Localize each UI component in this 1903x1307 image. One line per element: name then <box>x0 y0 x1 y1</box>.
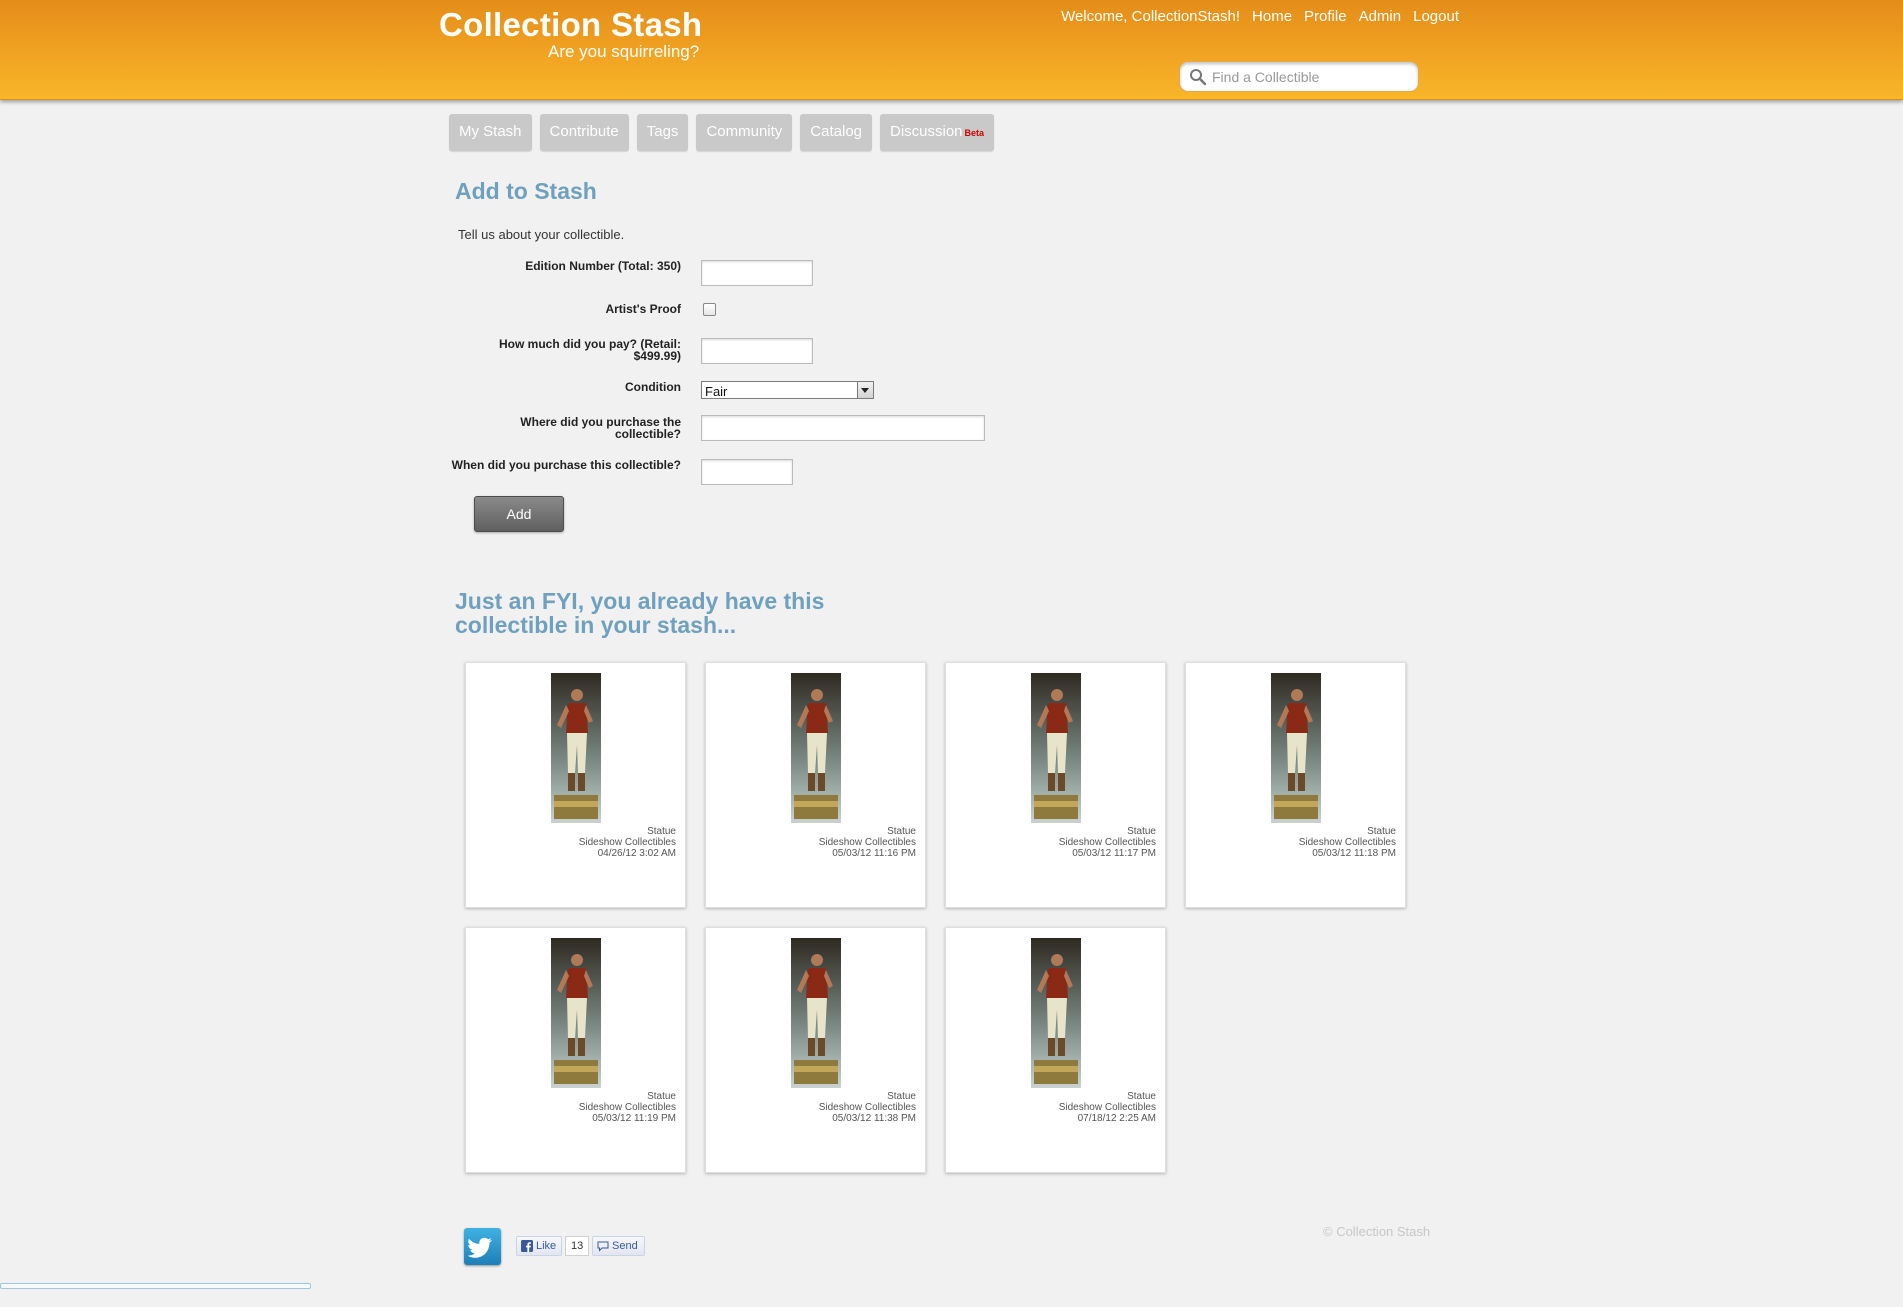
stash-item-meta: Statue Sideshow Collectibles 05/03/12 11… <box>579 1091 676 1124</box>
tab-label: Contribute <box>549 123 619 140</box>
price-paid-input[interactable] <box>701 338 813 364</box>
statue-thumbnail[interactable] <box>551 673 601 823</box>
main-nav: My Stash Contribute Tags Community Catal… <box>449 114 995 151</box>
twitter-button[interactable] <box>464 1228 501 1265</box>
stash-item-card[interactable]: Statue Sideshow Collectibles 05/03/12 11… <box>705 662 926 908</box>
welcome-text: Welcome, CollectionStash! <box>1061 8 1241 25</box>
statue-thumbnail[interactable] <box>1031 673 1081 823</box>
stash-item-meta: Statue Sideshow Collectibles 05/03/12 11… <box>819 826 916 859</box>
item-type: Statue <box>1127 1091 1156 1102</box>
item-date: 05/03/12 11:17 PM <box>1072 848 1156 859</box>
stash-item-card[interactable]: Statue Sideshow Collectibles 05/03/12 11… <box>465 927 686 1173</box>
tab-label: Discussion <box>890 123 963 140</box>
nav-link-home[interactable]: Home <box>1252 8 1292 25</box>
stash-item-meta: Statue Sideshow Collectibles 05/03/12 11… <box>1059 826 1156 859</box>
item-maker: Sideshow Collectibles <box>1058 837 1156 848</box>
tab-label: Tags <box>646 123 679 140</box>
item-maker: Sideshow Collectibles <box>1298 837 1396 848</box>
status-progress-bar <box>0 1283 311 1289</box>
statue-thumbnail[interactable] <box>791 673 841 823</box>
stash-item-meta: Statue Sideshow Collectibles 05/03/12 11… <box>819 1091 916 1124</box>
stash-item-card[interactable]: Statue Sideshow Collectibles 05/03/12 11… <box>945 662 1166 908</box>
tab-label: My Stash <box>459 123 522 140</box>
copyright-text: © Collection Stash <box>1323 1224 1431 1239</box>
send-label: Send <box>612 1240 638 1252</box>
stash-item-meta: Statue Sideshow Collectibles 05/03/12 11… <box>1299 826 1396 859</box>
stash-item-meta: Statue Sideshow Collectibles 07/18/12 2:… <box>1059 1091 1156 1124</box>
purchase-date-label: When did you purchase this collectible? <box>451 458 681 472</box>
like-label: Like <box>536 1240 557 1252</box>
stash-item-card[interactable]: Statue Sideshow Collectibles 04/26/12 3:… <box>465 662 686 908</box>
top-nav: Welcome, CollectionStash! Home Profile A… <box>1061 8 1459 25</box>
item-maker: Sideshow Collectibles <box>818 1102 916 1113</box>
fyi-heading: Just an FYI, you already have this colle… <box>455 588 825 638</box>
item-date: 05/03/12 11:16 PM <box>832 848 916 859</box>
condition-label: Condition <box>625 380 681 394</box>
item-type: Statue <box>1367 826 1396 837</box>
stash-item-card[interactable]: Statue Sideshow Collectibles 05/03/12 11… <box>1185 662 1406 908</box>
tab-label: Community <box>706 123 783 140</box>
nav-link-logout[interactable]: Logout <box>1413 8 1459 25</box>
condition-value: Fair <box>705 384 728 399</box>
tab-my-stash[interactable]: My Stash <box>449 114 532 151</box>
search-icon <box>1190 69 1207 86</box>
item-type: Statue <box>647 1091 676 1102</box>
edition-number-input[interactable] <box>701 260 813 286</box>
statue-thumbnail[interactable] <box>1031 938 1081 1088</box>
purchase-date-input[interactable] <box>701 459 793 485</box>
artists-proof-label: Artist's Proof <box>605 302 681 316</box>
condition-select[interactable]: Fair <box>701 381 874 399</box>
item-date: 04/26/12 3:02 AM <box>597 848 676 859</box>
stash-item-meta: Statue Sideshow Collectibles 04/26/12 3:… <box>579 826 676 859</box>
chevron-down-icon[interactable] <box>857 382 873 398</box>
facebook-send-button[interactable]: Send <box>592 1236 645 1256</box>
page-title: Add to Stash <box>455 178 597 204</box>
item-maker: Sideshow Collectibles <box>818 837 916 848</box>
item-type: Statue <box>647 826 676 837</box>
price-paid-label: How much did you pay? (Retail: $499.99) <box>498 337 681 363</box>
item-type: Statue <box>1127 826 1156 837</box>
facebook-like-button[interactable]: Like <box>516 1236 563 1256</box>
beta-badge: Beta <box>964 128 985 138</box>
search-box[interactable] <box>1179 61 1419 92</box>
nav-link-profile[interactable]: Profile <box>1304 8 1347 25</box>
item-maker: Sideshow Collectibles <box>1058 1102 1156 1113</box>
edition-number-label: Edition Number (Total: 350) <box>525 259 681 273</box>
site-title[interactable]: Collection Stash <box>439 6 702 44</box>
nav-link-admin[interactable]: Admin <box>1359 8 1402 25</box>
twitter-bird-icon <box>467 1237 492 1258</box>
search-input[interactable] <box>1210 66 1414 88</box>
speech-bubble-icon <box>597 1241 609 1252</box>
tab-discussion[interactable]: Discussion Beta <box>880 114 995 151</box>
form-intro: Tell us about your collectible. <box>458 227 625 242</box>
stash-item-card[interactable]: Statue Sideshow Collectibles 05/03/12 11… <box>705 927 926 1173</box>
purchase-location-label: Where did you purchase the collectible? <box>520 415 681 441</box>
tab-tags[interactable]: Tags <box>636 114 689 151</box>
item-date: 05/03/12 11:18 PM <box>1312 848 1396 859</box>
statue-thumbnail[interactable] <box>791 938 841 1088</box>
item-maker: Sideshow Collectibles <box>578 837 676 848</box>
add-button[interactable]: Add <box>474 496 564 532</box>
statue-thumbnail[interactable] <box>1271 673 1321 823</box>
purchase-location-input[interactable] <box>701 415 985 441</box>
item-date: 05/03/12 11:38 PM <box>832 1113 916 1124</box>
site-header: Collection Stash Are you squirreling? We… <box>0 0 1903 100</box>
like-count: 13 <box>565 1236 590 1256</box>
tab-community[interactable]: Community <box>696 114 793 151</box>
item-maker: Sideshow Collectibles <box>578 1102 676 1113</box>
item-type: Statue <box>887 826 916 837</box>
statue-thumbnail[interactable] <box>551 938 601 1088</box>
item-date: 07/18/12 2:25 AM <box>1077 1113 1156 1124</box>
artists-proof-checkbox[interactable] <box>703 303 716 316</box>
site-tagline: Are you squirreling? <box>548 42 700 61</box>
item-type: Statue <box>887 1091 916 1102</box>
facebook-icon <box>521 1240 533 1252</box>
tab-contribute[interactable]: Contribute <box>539 114 629 151</box>
tab-label: Catalog <box>810 123 862 140</box>
item-date: 05/03/12 11:19 PM <box>592 1113 676 1124</box>
stash-item-card[interactable]: Statue Sideshow Collectibles 07/18/12 2:… <box>945 927 1166 1173</box>
tab-catalog[interactable]: Catalog <box>800 114 872 151</box>
